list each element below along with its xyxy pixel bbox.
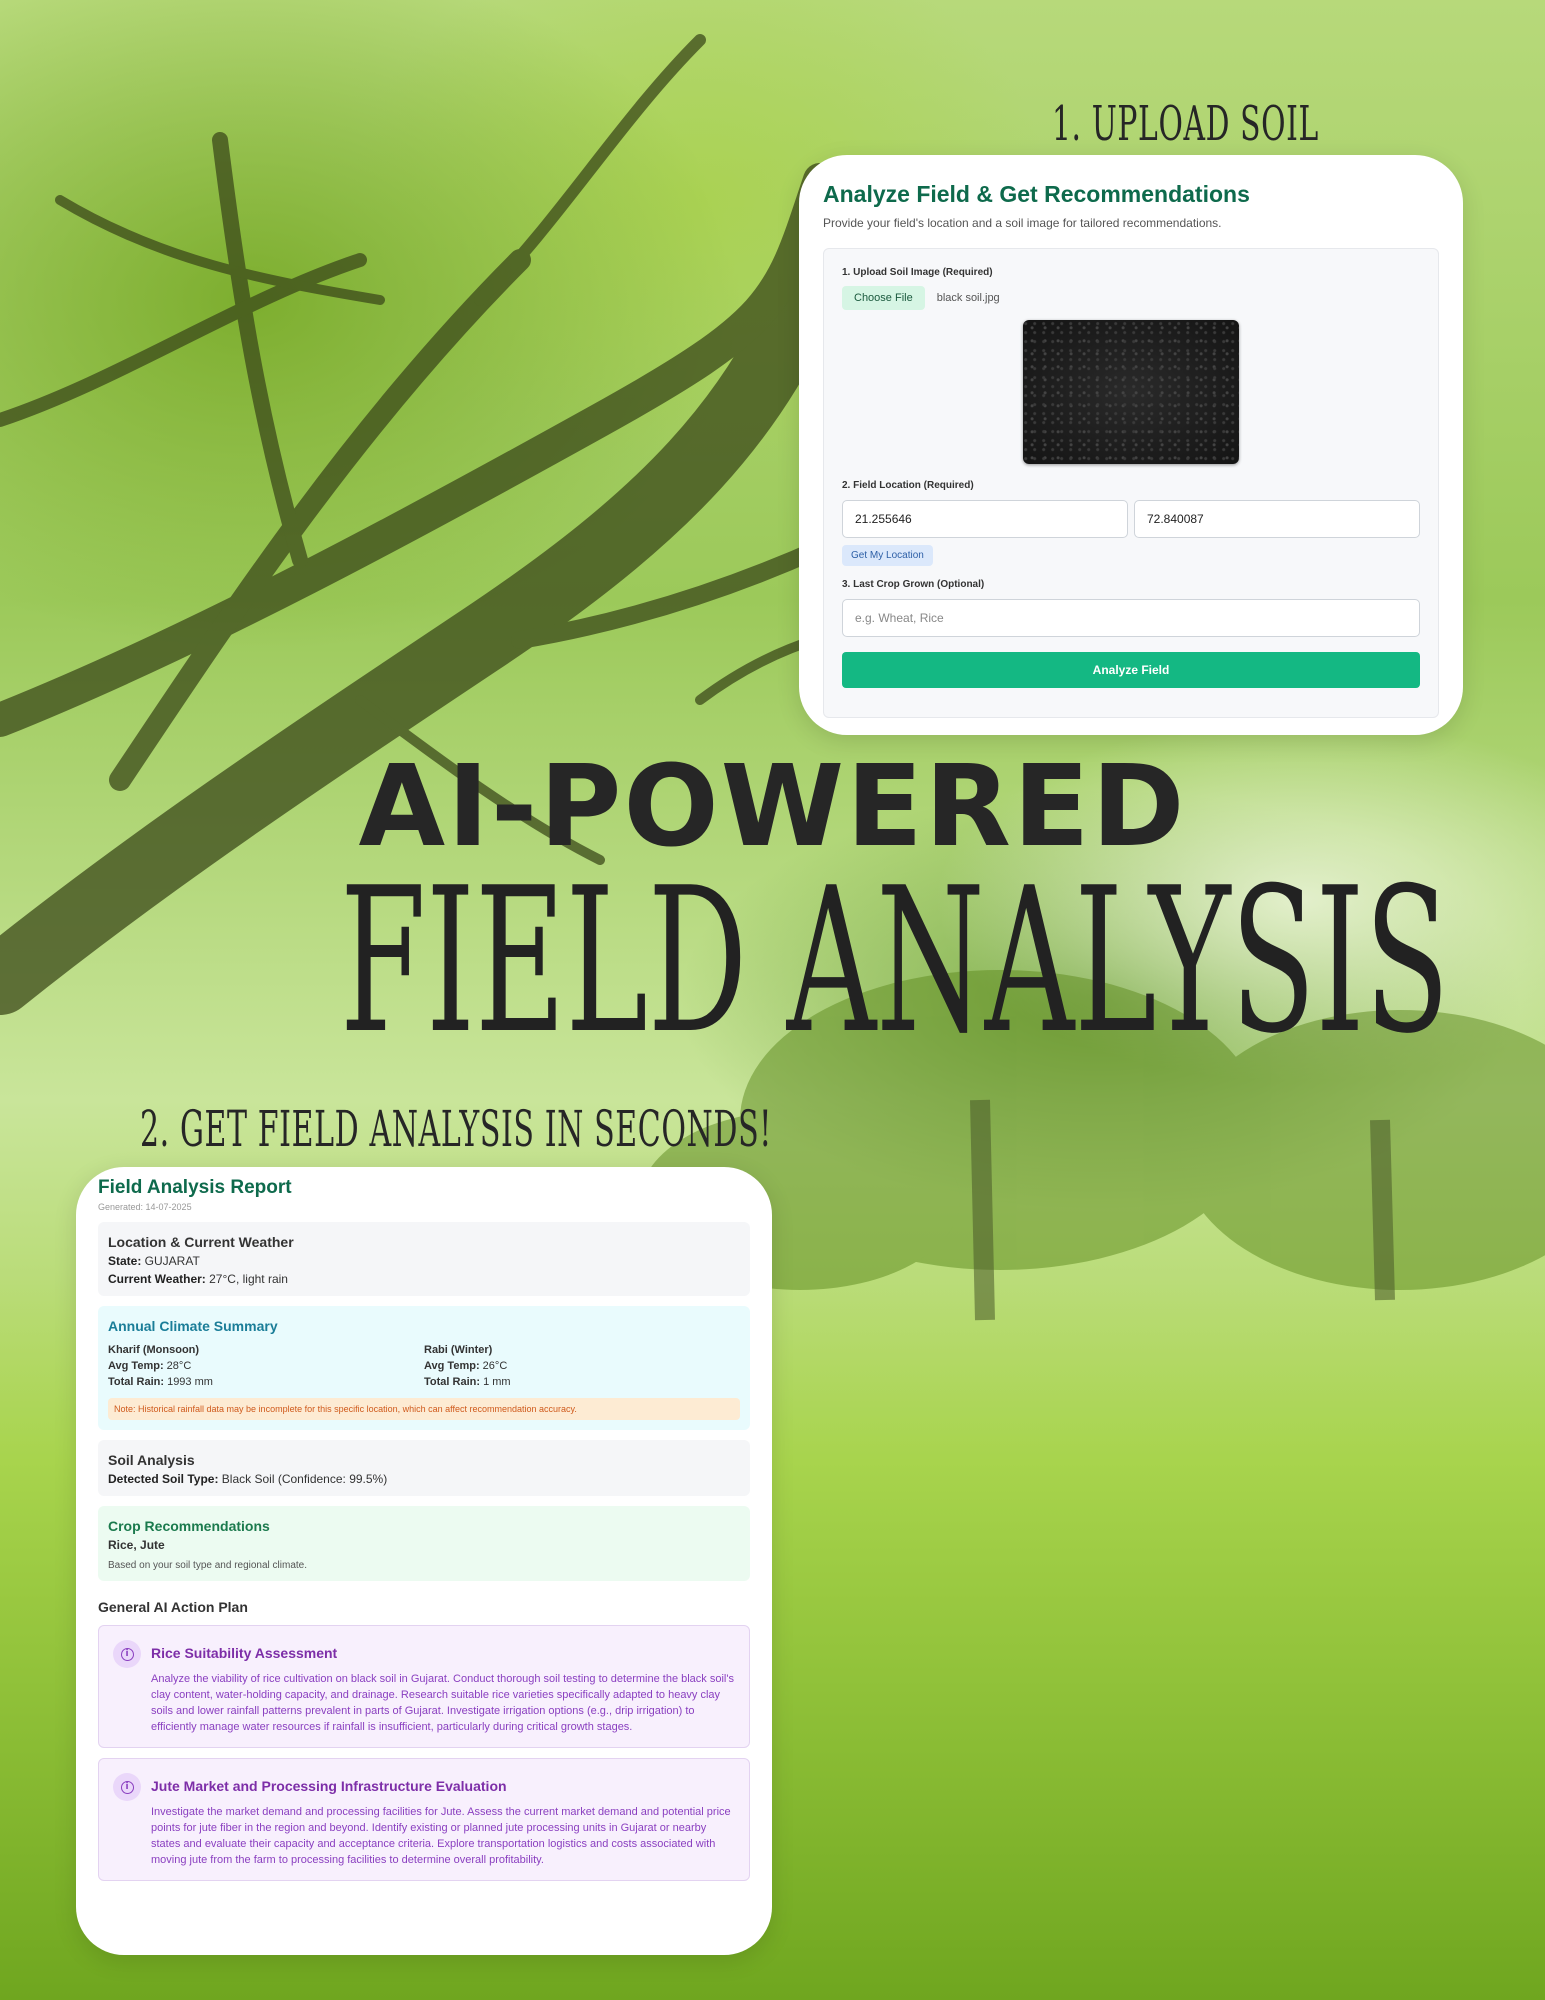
analyze-form-title: Analyze Field & Get Recommendations	[823, 181, 1250, 207]
location-weather-title: Location & Current Weather	[108, 1234, 294, 1250]
soil-analysis-section: Soil Analysis Detected Soil Type: Black …	[98, 1440, 750, 1496]
soil-type-row: Detected Soil Type: Black Soil (Confiden…	[108, 1472, 740, 1486]
season-name: Kharif (Monsoon)	[108, 1344, 200, 1356]
avg-temp-key: Avg Temp:	[424, 1360, 480, 1372]
climate-grid: Kharif (Monsoon) Avg Temp: 28°C Total Ra…	[108, 1342, 740, 1390]
upload-label: 1. Upload Soil Image (Required)	[842, 267, 993, 278]
climate-summary-section: Annual Climate Summary Kharif (Monsoon) …	[98, 1306, 750, 1430]
total-rain-value: 1 mm	[480, 1376, 511, 1388]
action-plan-text: Investigate the market demand and proces…	[151, 1806, 731, 1866]
choose-file-button[interactable]: Choose File	[842, 286, 925, 310]
selected-file-name: black soil.jpg	[936, 292, 1000, 304]
season-rabi: Rabi (Winter) Avg Temp: 26°C Total Rain:…	[424, 1342, 740, 1390]
coordinates-row	[842, 500, 1420, 538]
weather-key: Current Weather:	[108, 1272, 206, 1286]
state-value: GUJARAT	[141, 1254, 200, 1268]
rainfall-data-note: Note: Historical rainfall data may be in…	[108, 1398, 740, 1420]
info-icon: i	[113, 1773, 141, 1801]
avg-temp-value: 28°C	[163, 1360, 192, 1372]
total-rain-key: Total Rain:	[424, 1376, 481, 1388]
crop-recommendations-section: Crop Recommendations Rice, Jute Based on…	[98, 1506, 750, 1581]
action-plan-heading: Rice Suitability Assessment	[151, 1645, 338, 1661]
crop-recommendations-note: Based on your soil type and regional cli…	[108, 1560, 308, 1571]
analyze-field-card: Analyze Field & Get Recommendations Prov…	[799, 155, 1463, 735]
weather-value: 27°C, light rain	[205, 1272, 288, 1286]
soil-type-key: Detected Soil Type:	[108, 1472, 219, 1486]
analyze-form-panel: 1. Upload Soil Image (Required) Choose F…	[823, 248, 1439, 718]
action-plan-body: Jute Market and Processing Infrastructur…	[151, 1773, 735, 1868]
climate-summary-title: Annual Climate Summary	[108, 1318, 278, 1334]
action-plan-title: General AI Action Plan	[98, 1599, 248, 1615]
location-weather-section: Location & Current Weather State: GUJARA…	[98, 1222, 750, 1296]
report-generated-date: Generated: 14-07-2025	[98, 1202, 192, 1212]
recommended-crops: Rice, Jute	[108, 1538, 165, 1552]
season-name: Rabi (Winter)	[424, 1344, 493, 1356]
action-plan-heading: Jute Market and Processing Infrastructur…	[151, 1778, 507, 1794]
location-label: 2. Field Location (Required)	[842, 480, 974, 491]
step2-heading: 2. GET FIELD ANALYSIS IN SECONDS!	[140, 1100, 772, 1158]
analyze-form-subtitle: Provide your field's location and a soil…	[823, 216, 1222, 230]
info-icon: i	[113, 1640, 141, 1668]
soil-analysis-title: Soil Analysis	[108, 1452, 195, 1468]
last-crop-input[interactable]	[842, 599, 1420, 637]
weather-row: Current Weather: 27°C, light rain	[108, 1272, 740, 1286]
longitude-input[interactable]	[1134, 500, 1420, 538]
avg-temp-row: Avg Temp: 28°C	[108, 1358, 424, 1374]
total-rain-value: 1993 mm	[164, 1376, 213, 1388]
crop-recommendations-title: Crop Recommendations	[108, 1518, 270, 1534]
action-plan-item: i Jute Market and Processing Infrastruct…	[98, 1758, 750, 1881]
action-plan-text: Analyze the viability of rice cultivatio…	[151, 1673, 734, 1733]
field-analysis-report-card: Field Analysis Report Generated: 14-07-2…	[76, 1167, 772, 1955]
state-key: State:	[108, 1254, 142, 1268]
last-crop-label: 3. Last Crop Grown (Optional)	[842, 579, 985, 590]
state-row: State: GUJARAT	[108, 1254, 740, 1268]
field-analysis-text: FIELD ANALYSIS	[339, 845, 1450, 1078]
total-rain-row: Total Rain: 1 mm	[424, 1374, 740, 1390]
avg-temp-row: Avg Temp: 26°C	[424, 1358, 740, 1374]
get-my-location-button[interactable]: Get My Location	[842, 545, 933, 566]
action-plan-item: i Rice Suitability Assessment Analyze th…	[98, 1625, 750, 1748]
soil-type-value: Black Soil (Confidence: 99.5%)	[218, 1472, 388, 1486]
report-title: Field Analysis Report	[98, 1177, 292, 1198]
action-plan-body: Rice Suitability Assessment Analyze the …	[151, 1640, 735, 1735]
total-rain-key: Total Rain:	[108, 1376, 165, 1388]
latitude-input[interactable]	[842, 500, 1128, 538]
avg-temp-value: 26°C	[479, 1360, 508, 1372]
total-rain-row: Total Rain: 1993 mm	[108, 1374, 424, 1390]
season-kharif: Kharif (Monsoon) Avg Temp: 28°C Total Ra…	[108, 1342, 424, 1390]
analyze-field-button[interactable]: Analyze Field	[842, 652, 1420, 688]
field-analysis-heading: FIELD ANALYSIS	[0, 862, 1545, 1062]
file-upload-row: Choose File black soil.jpg	[842, 286, 1420, 310]
soil-image-preview	[1023, 320, 1239, 464]
avg-temp-key: Avg Temp:	[108, 1360, 164, 1372]
